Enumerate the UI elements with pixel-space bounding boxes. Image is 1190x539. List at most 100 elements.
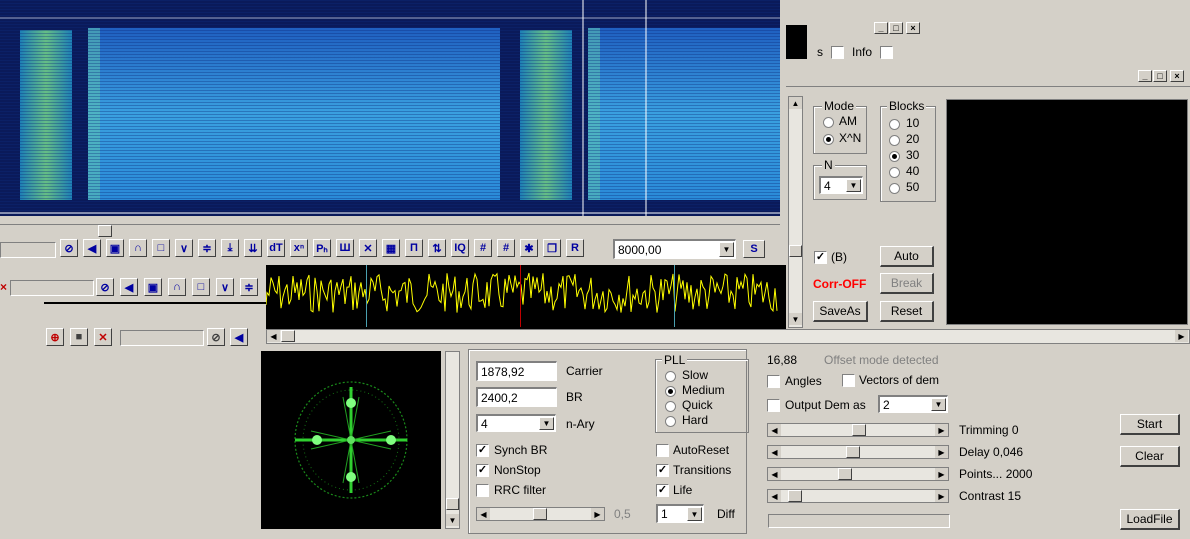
hash-alt-icon[interactable]: #	[497, 239, 515, 257]
spectrogram-view[interactable]	[0, 0, 780, 216]
main-hscrollbar[interactable]: ◀ ▶	[266, 329, 1190, 344]
square-icon[interactable]: ▣	[144, 278, 162, 296]
br-input[interactable]: 2400,2	[476, 387, 557, 407]
speaker-icon[interactable]: ◀	[120, 278, 138, 296]
angles-checkbox[interactable]	[767, 375, 780, 388]
start-button[interactable]: Start	[1120, 414, 1180, 435]
transitions-checkbox[interactable]: ✓	[656, 464, 669, 477]
xn-icon[interactable]: xⁿ	[290, 239, 308, 257]
slider-right-icon[interactable]: ▶	[935, 468, 948, 480]
points-thumb[interactable]	[838, 468, 852, 480]
close-icon[interactable]: ×	[0, 280, 7, 296]
arrow-down-bar-icon[interactable]: ⤓	[221, 239, 239, 257]
break-button[interactable]: Break	[880, 273, 934, 294]
rrc-filter-checkbox[interactable]	[476, 484, 489, 497]
copy-icon[interactable]: ❐	[543, 239, 561, 257]
chevron-down-icon[interactable]: ▼	[539, 417, 554, 430]
mode-xn-radio[interactable]	[823, 134, 834, 145]
spectrogram-scroll-thumb[interactable]	[98, 225, 112, 237]
rect-icon[interactable]: □	[192, 278, 210, 296]
slider-right-icon[interactable]: ▶	[935, 490, 948, 502]
pll-hard-radio[interactable]	[665, 416, 676, 427]
speaker-icon[interactable]: ◀	[230, 328, 248, 346]
info-checkbox[interactable]	[880, 46, 893, 59]
minimize-button[interactable]: _	[874, 22, 888, 34]
clear-button[interactable]: Clear	[1120, 446, 1180, 467]
carrier-input[interactable]: 1878,92	[476, 361, 557, 381]
left-slider[interactable]	[120, 330, 204, 346]
scroll-left-icon[interactable]: ◀	[267, 330, 280, 342]
stop-icon[interactable]: ⊘	[96, 278, 114, 296]
slider-right-icon[interactable]: ▶	[935, 446, 948, 458]
pll-slow-radio[interactable]	[665, 371, 676, 382]
delay-slider[interactable]: ◀ ▶	[767, 445, 949, 459]
output-dem-select[interactable]: 2 ▼	[878, 395, 948, 413]
blocks-40-radio[interactable]	[889, 167, 900, 178]
nonstop-checkbox[interactable]: ✓	[476, 464, 489, 477]
pll-medium-radio[interactable]	[665, 386, 676, 397]
folder-icon[interactable]: ■	[70, 328, 88, 346]
life-checkbox[interactable]: ✓	[656, 484, 669, 497]
slider-right-icon[interactable]: ▶	[935, 424, 948, 436]
slider-left-icon[interactable]: ◀	[477, 508, 490, 520]
s-button[interactable]: S	[743, 240, 765, 258]
autoreset-checkbox[interactable]	[656, 444, 669, 457]
contrast-thumb[interactable]	[788, 490, 802, 502]
square-icon[interactable]: ▣	[106, 239, 124, 257]
spectrogram-scrollbar[interactable]	[0, 224, 780, 239]
iq-icon[interactable]: IQ	[451, 239, 469, 257]
b-checkbox[interactable]: ✓	[814, 251, 827, 264]
speed-checkbox[interactable]	[831, 46, 844, 59]
n-select[interactable]: 4 ▼	[819, 176, 863, 194]
maximize-button[interactable]: □	[1153, 70, 1167, 82]
minimize-button[interactable]: _	[1138, 70, 1152, 82]
vectors-checkbox[interactable]	[842, 374, 855, 387]
points-slider[interactable]: ◀ ▶	[767, 467, 949, 481]
slider-left-icon[interactable]: ◀	[768, 424, 781, 436]
arch-icon[interactable]: ∩	[168, 278, 186, 296]
grid-icon[interactable]: ▦	[382, 239, 400, 257]
rect-icon[interactable]: □	[152, 239, 170, 257]
blocks-50-radio[interactable]	[889, 183, 900, 194]
comb-icon[interactable]: Ш	[336, 239, 354, 257]
slider-right-icon[interactable]: ▶	[591, 508, 604, 520]
mode-am-radio[interactable]	[823, 117, 834, 128]
gear-icon[interactable]: ✱	[520, 239, 538, 257]
delete-icon[interactable]: ✕	[94, 328, 112, 346]
rolloff-thumb[interactable]	[533, 508, 547, 520]
delay-thumb[interactable]	[846, 446, 860, 458]
swap-icon[interactable]: ⇅	[428, 239, 446, 257]
valley-icon[interactable]: ∨	[175, 239, 193, 257]
stop-icon[interactable]: ⊘	[60, 239, 78, 257]
close-button[interactable]: ×	[906, 22, 920, 34]
chevron-down-icon[interactable]: ▼	[846, 179, 861, 192]
scroll-down-icon[interactable]: ▼	[789, 313, 802, 325]
nary-select[interactable]: 4 ▼	[476, 414, 556, 432]
speaker-icon[interactable]: ◀	[83, 239, 101, 257]
maximize-button[interactable]: □	[889, 22, 903, 34]
hash-icon[interactable]: #	[474, 239, 492, 257]
pll-quick-radio[interactable]	[665, 401, 676, 412]
slider-left-icon[interactable]: ◀	[768, 490, 781, 502]
close-button[interactable]: ×	[1170, 70, 1184, 82]
saveas-button[interactable]: SaveAs	[813, 301, 868, 322]
synch-br-checkbox[interactable]: ✓	[476, 444, 489, 457]
scroll-right-icon[interactable]: ▶	[1175, 330, 1188, 342]
scroll-down-icon[interactable]: ▼	[446, 514, 459, 526]
zoom-in-icon[interactable]: ⊕	[46, 328, 64, 346]
pulse-icon[interactable]: Π	[405, 239, 423, 257]
scroll-thumb[interactable]	[789, 245, 802, 257]
notch-icon[interactable]: ≑	[240, 278, 258, 296]
demod-vscrollbar[interactable]: ▼	[445, 351, 460, 529]
ph-icon[interactable]: Pₕ	[313, 239, 331, 257]
correlation-scrollbar[interactable]: ▲ ▼	[788, 96, 803, 328]
scroll-up-icon[interactable]: ▲	[789, 97, 802, 109]
cross-arrows-icon[interactable]: ✕	[359, 239, 377, 257]
arrow-double-down-icon[interactable]: ⇊	[244, 239, 262, 257]
auto-button[interactable]: Auto	[880, 246, 934, 267]
blocks-30-radio[interactable]	[889, 151, 900, 162]
slider-left-icon[interactable]: ◀	[768, 468, 781, 480]
dt-icon[interactable]: dT	[267, 239, 285, 257]
loadfile-button[interactable]: LoadFile	[1120, 509, 1180, 530]
slider-left-icon[interactable]: ◀	[768, 446, 781, 458]
